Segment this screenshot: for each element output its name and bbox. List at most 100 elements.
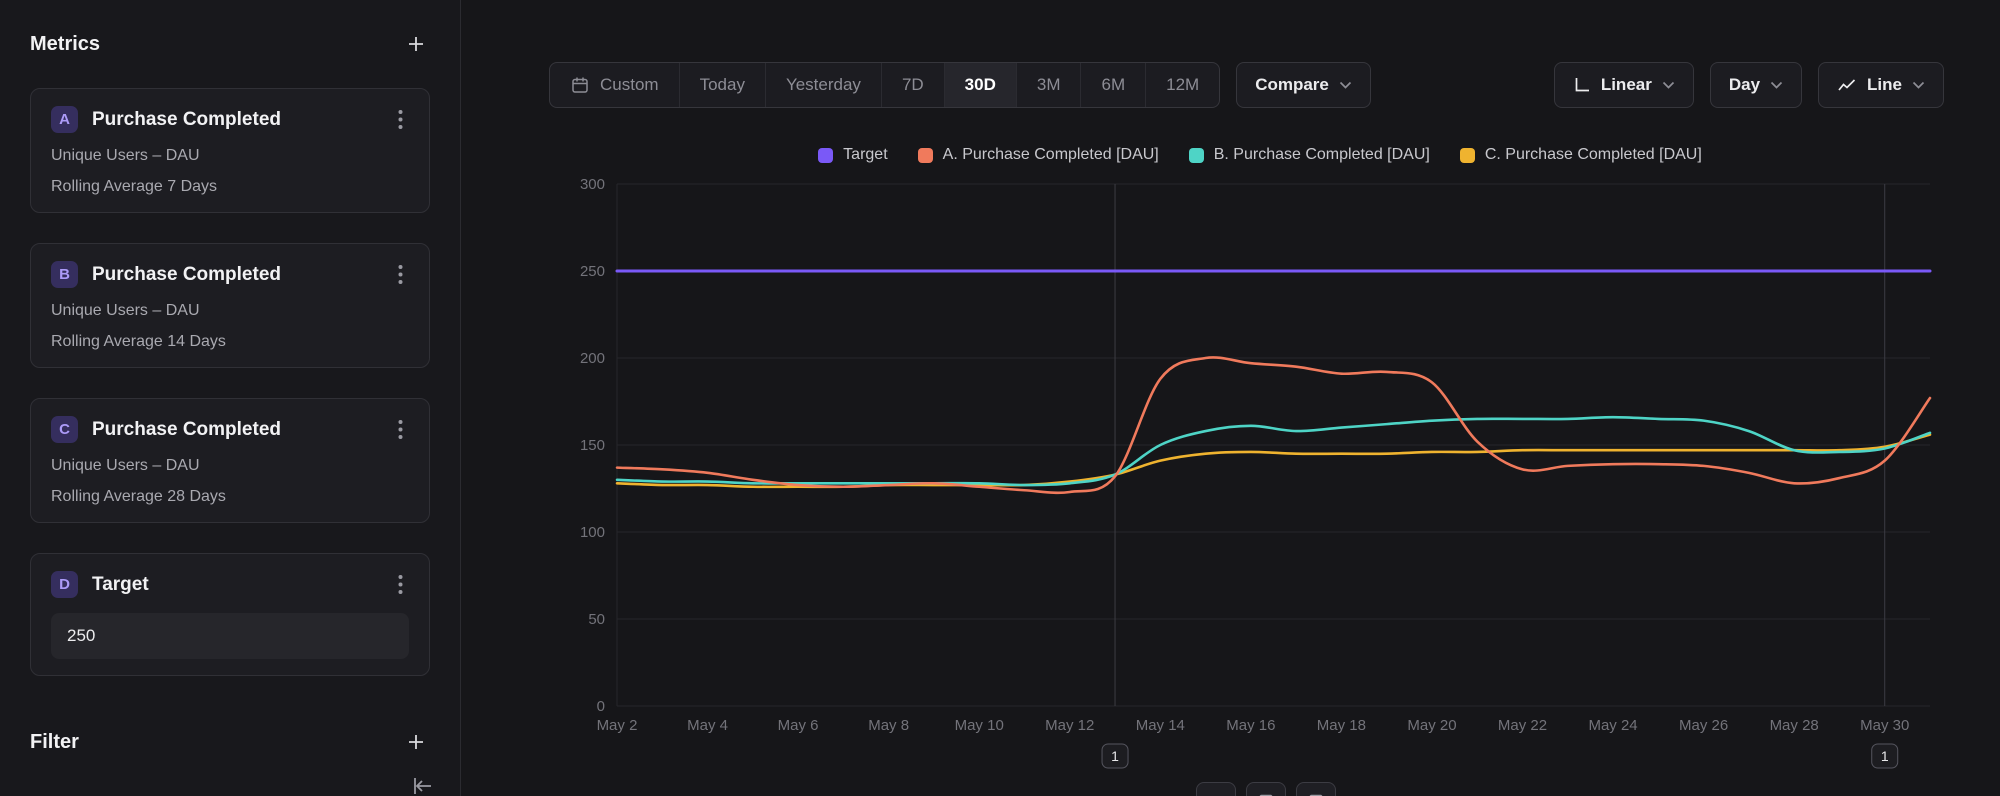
- plus-icon: [406, 34, 426, 54]
- date-range-6m[interactable]: 6M: [1080, 63, 1145, 107]
- metric-badge-b: B: [51, 261, 78, 288]
- date-range-7d[interactable]: 7D: [881, 63, 944, 107]
- kebab-icon: [398, 574, 403, 595]
- scale-selector[interactable]: Linear: [1554, 62, 1694, 108]
- compare-label: Compare: [1255, 75, 1329, 95]
- line-chart[interactable]: 050100150200250300May 2May 4May 6May 8Ma…: [560, 170, 1960, 770]
- view-toggle-table-button[interactable]: [1246, 782, 1286, 796]
- x-tick-label: May 10: [955, 717, 1004, 734]
- date-range-custom[interactable]: Custom: [550, 63, 679, 107]
- metrics-header-label: Metrics: [30, 33, 100, 56]
- chevron-down-icon: [1662, 81, 1675, 89]
- metric-badge-d: D: [51, 571, 78, 598]
- target-card[interactable]: D Target: [30, 553, 430, 676]
- granularity-selector[interactable]: Day: [1710, 62, 1802, 108]
- legend-item-a[interactable]: A. Purchase Completed [DAU]: [918, 146, 1159, 164]
- x-tick-label: May 30: [1860, 717, 1909, 734]
- filter-header-label: Filter: [30, 731, 79, 754]
- metric-subtitle: Unique Users – DAU: [51, 302, 409, 320]
- date-range-selector: Custom Today Yesterday 7D 30D 3M 6M 12M: [549, 62, 1220, 108]
- x-tick-label: May 24: [1588, 717, 1637, 734]
- metric-card-header: B Purchase Completed: [51, 260, 409, 289]
- y-tick-label: 100: [580, 524, 605, 541]
- scale-label: Linear: [1601, 75, 1652, 95]
- metric-card-c[interactable]: C Purchase Completed Unique Users – DAU …: [30, 398, 430, 523]
- y-tick-label: 300: [580, 176, 605, 193]
- y-tick-label: 250: [580, 263, 605, 280]
- calendar-icon: [570, 75, 590, 95]
- metrics-section-header: Metrics: [30, 30, 430, 58]
- x-tick-label: May 4: [687, 717, 728, 734]
- collapse-left-icon: [410, 775, 434, 796]
- legend-swatch: [818, 148, 833, 163]
- chevron-down-icon: [1770, 81, 1783, 89]
- collapse-sidebar-button[interactable]: [410, 775, 434, 796]
- kebab-icon: [398, 109, 403, 130]
- x-tick-label: May 12: [1045, 717, 1094, 734]
- chart-type-selector[interactable]: Line: [1818, 62, 1944, 108]
- legend-swatch: [918, 148, 933, 163]
- date-range-30d[interactable]: 30D: [944, 63, 1016, 107]
- metric-badge-a: A: [51, 106, 78, 133]
- x-tick-label: May 2: [597, 717, 638, 734]
- metric-detail: Rolling Average 7 Days: [51, 178, 409, 196]
- target-card-header: D Target: [51, 570, 409, 599]
- x-tick-label: May 26: [1679, 717, 1728, 734]
- date-range-yesterday[interactable]: Yesterday: [765, 63, 881, 107]
- metric-card-header: A Purchase Completed: [51, 105, 409, 134]
- target-menu-button[interactable]: [392, 570, 409, 599]
- metric-subtitle: Unique Users – DAU: [51, 147, 409, 165]
- metric-menu-button[interactable]: [392, 260, 409, 289]
- metric-card-header: C Purchase Completed: [51, 415, 409, 444]
- y-tick-label: 50: [588, 611, 605, 628]
- compare-button[interactable]: Compare: [1236, 62, 1371, 108]
- granularity-label: Day: [1729, 75, 1760, 95]
- chart-type-label: Line: [1867, 75, 1902, 95]
- legend-label: A. Purchase Completed [DAU]: [943, 146, 1159, 164]
- y-tick-label: 150: [580, 437, 605, 454]
- chart-toolbar: Custom Today Yesterday 7D 30D 3M 6M 12M …: [549, 62, 1944, 108]
- date-range-12m[interactable]: 12M: [1145, 63, 1219, 107]
- x-tick-label: May 18: [1317, 717, 1366, 734]
- date-range-today[interactable]: Today: [679, 63, 765, 107]
- x-tick-label: May 22: [1498, 717, 1547, 734]
- metric-title: Purchase Completed: [92, 264, 378, 286]
- metric-subtitle: Unique Users – DAU: [51, 457, 409, 475]
- metric-detail: Rolling Average 28 Days: [51, 488, 409, 506]
- chart-display-tools: Linear Day Line: [1538, 62, 1944, 108]
- target-value-input[interactable]: [51, 613, 409, 659]
- legend-item-c[interactable]: C. Purchase Completed [DAU]: [1460, 146, 1702, 164]
- metric-title: Purchase Completed: [92, 419, 378, 441]
- metric-detail: Rolling Average 14 Days: [51, 333, 409, 351]
- legend-item-target[interactable]: Target: [818, 146, 887, 164]
- bottom-action-bar: [1196, 782, 1336, 796]
- add-filter-button[interactable]: [402, 728, 430, 756]
- x-tick-label: May 20: [1407, 717, 1456, 734]
- metric-card-a[interactable]: A Purchase Completed Unique Users – DAU …: [30, 88, 430, 213]
- legend-swatch: [1189, 148, 1204, 163]
- metric-menu-button[interactable]: [392, 105, 409, 134]
- annotation-badge-label: 1: [1111, 748, 1119, 764]
- metric-menu-button[interactable]: [392, 415, 409, 444]
- y-tick-label: 0: [597, 698, 605, 715]
- axis-icon: [1573, 76, 1591, 94]
- y-tick-label: 200: [580, 350, 605, 367]
- view-toggle-grid-button[interactable]: [1296, 782, 1336, 796]
- date-range-label: Custom: [600, 75, 659, 95]
- date-range-3m[interactable]: 3M: [1016, 63, 1081, 107]
- line-chart-icon: [1837, 76, 1857, 94]
- add-metric-button[interactable]: [402, 30, 430, 58]
- legend-swatch: [1460, 148, 1475, 163]
- metric-badge-c: C: [51, 416, 78, 443]
- legend-item-b[interactable]: B. Purchase Completed [DAU]: [1189, 146, 1430, 164]
- x-tick-label: May 14: [1136, 717, 1185, 734]
- view-toggle-chart-button[interactable]: [1196, 782, 1236, 796]
- chevron-down-icon: [1912, 81, 1925, 89]
- legend-label: B. Purchase Completed [DAU]: [1214, 146, 1430, 164]
- legend-label: Target: [843, 146, 887, 164]
- x-tick-label: May 28: [1770, 717, 1819, 734]
- legend-label: C. Purchase Completed [DAU]: [1485, 146, 1702, 164]
- series-line[interactable]: [617, 435, 1930, 487]
- metric-card-b[interactable]: B Purchase Completed Unique Users – DAU …: [30, 243, 430, 368]
- chart-legend: Target A. Purchase Completed [DAU] B. Pu…: [560, 146, 1960, 164]
